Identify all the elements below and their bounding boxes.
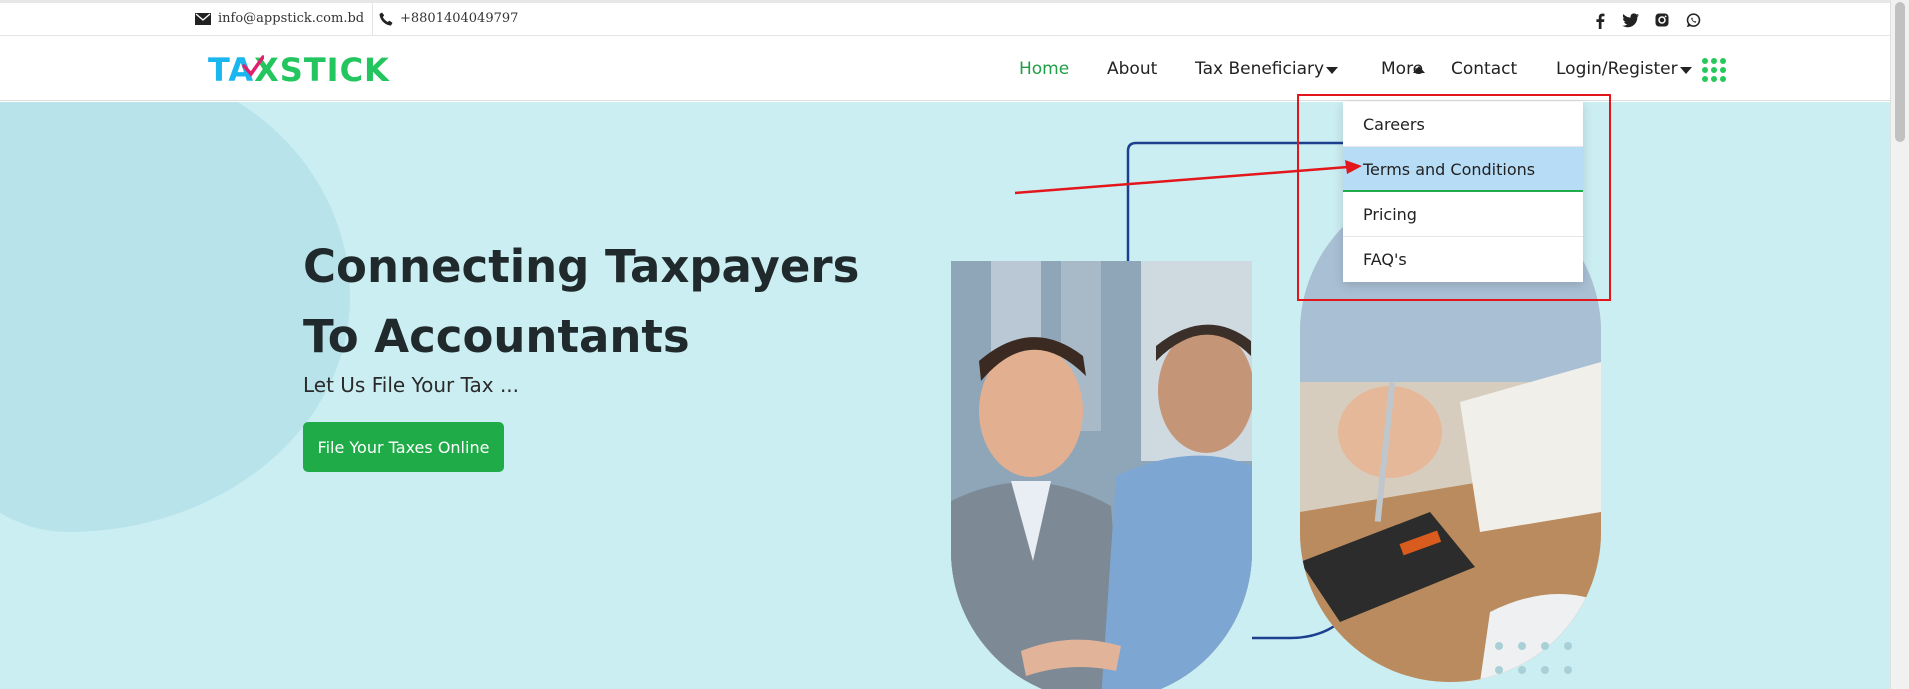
annotation-arrow-icon	[1014, 160, 1362, 195]
scrollbar-thumb[interactable]	[1895, 2, 1905, 142]
page-scrollbar[interactable]	[1890, 0, 1909, 689]
